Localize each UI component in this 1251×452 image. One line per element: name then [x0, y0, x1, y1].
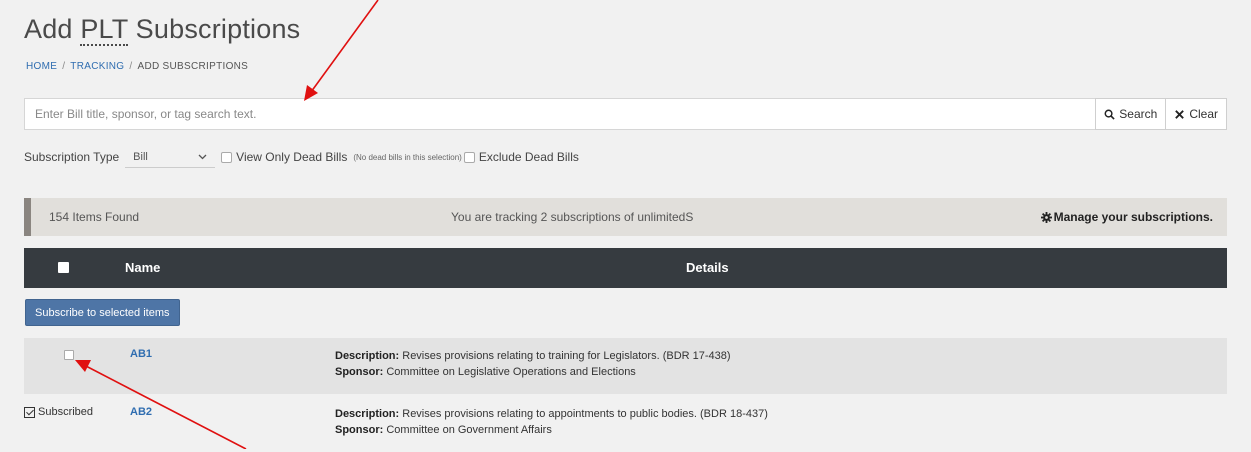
clear-button[interactable]: Clear — [1166, 98, 1227, 130]
bill-details: Description: Revises provisions relating… — [335, 406, 768, 438]
sponsor-label: Sponsor: — [335, 366, 384, 378]
items-found-count: 154 Items Found — [49, 210, 140, 224]
table-row: Subscribed AB2 Description: Revises prov… — [24, 396, 1227, 452]
table-row: AB1 Description: Revises provisions rela… — [24, 338, 1227, 394]
bill-sponsor: Committee on Government Affairs — [386, 424, 552, 436]
subscribe-selected-button[interactable]: Subscribe to selected items — [25, 299, 180, 326]
column-header-name: Name — [125, 260, 161, 275]
title-suffix: Subscriptions — [127, 14, 301, 44]
subscribed-label: Subscribed — [38, 406, 94, 418]
view-dead-bills-label: View Only Dead Bills — [236, 150, 348, 164]
breadcrumb-separator: / — [62, 61, 66, 72]
results-info-bar: 154 Items Found You are tracking 2 subsc… — [24, 198, 1227, 236]
row-select-checkbox[interactable] — [64, 350, 74, 360]
bill-description: Revises provisions relating to training … — [402, 350, 731, 362]
bill-description: Revises provisions relating to appointme… — [402, 408, 768, 420]
search-bar: Search Clear — [24, 98, 1227, 130]
manage-subscriptions-link[interactable]: Manage your subscriptions. — [1040, 210, 1213, 224]
breadcrumb-home[interactable]: HOME — [26, 61, 57, 72]
breadcrumb-separator: / — [129, 61, 133, 72]
search-input[interactable] — [24, 98, 1096, 130]
title-prefix: Add — [24, 14, 81, 44]
subscription-type-value: Bill — [133, 150, 148, 163]
exclude-dead-bills-checkbox[interactable] — [463, 151, 475, 163]
checked-box-icon — [24, 406, 35, 418]
breadcrumb-tracking[interactable]: TRACKING — [70, 61, 124, 72]
subscription-type-select[interactable]: Bill — [125, 146, 216, 168]
bill-link[interactable]: AB1 — [130, 348, 152, 360]
select-all-checkbox[interactable] — [58, 262, 69, 273]
view-dead-bills-checkbox[interactable] — [221, 151, 233, 163]
close-icon — [1175, 109, 1185, 119]
tracking-summary: You are tracking 2 subscriptions of unli… — [451, 210, 694, 224]
gear-icon — [1040, 211, 1052, 223]
search-button-label: Search — [1119, 107, 1158, 121]
bill-link[interactable]: AB2 — [130, 406, 152, 418]
bill-details: Description: Revises provisions relating… — [335, 348, 731, 380]
subscribed-indicator: Subscribed — [24, 406, 93, 418]
filter-row: Subscription Type Bill View Only Dead Bi… — [24, 146, 579, 168]
description-label: Description: — [335, 408, 400, 420]
exclude-dead-bills-label: Exclude Dead Bills — [478, 150, 579, 164]
search-button[interactable]: Search — [1095, 98, 1167, 130]
description-label: Description: — [335, 350, 400, 362]
search-icon — [1104, 109, 1115, 120]
title-abbr: PLT — [80, 14, 128, 46]
column-header-details: Details — [686, 260, 729, 275]
breadcrumb: HOME / TRACKING / ADD SUBSCRIPTIONS — [26, 61, 248, 72]
dead-bills-note: (No dead bills in this selection) — [353, 152, 462, 162]
bill-sponsor: Committee on Legislative Operations and … — [386, 366, 636, 378]
clear-button-label: Clear — [1189, 107, 1218, 121]
chevron-down-icon — [198, 154, 207, 159]
table-header: Name Details — [24, 248, 1227, 288]
subscription-type-label: Subscription Type — [24, 150, 120, 164]
page-title: Add PLT Subscriptions — [24, 14, 301, 46]
arrow-to-search-input — [304, 0, 379, 101]
breadcrumb-current: ADD SUBSCRIPTIONS — [137, 61, 249, 72]
manage-subscriptions-label: Manage your subscriptions. — [1053, 210, 1213, 224]
sponsor-label: Sponsor: — [335, 424, 384, 436]
